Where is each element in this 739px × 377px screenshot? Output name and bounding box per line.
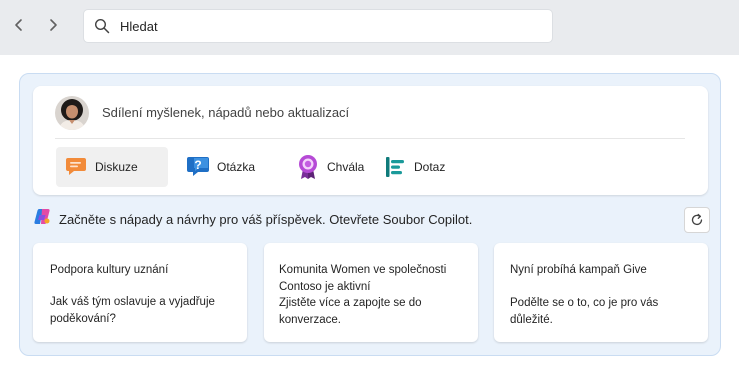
suggestion-card[interactable]: Podpora kultury uznání Jak váš tým oslav… [33,243,247,342]
post-type-label: Diskuze [95,160,138,174]
avatar [55,96,89,130]
suggestion-title: Podpora kultury uznání [50,264,169,276]
suggestion-card[interactable]: Komunita Women ve společnosti Contoso je… [264,243,478,342]
suggestion-title: Komunita Women ve společnosti Contoso je… [279,264,447,293]
post-type-label: Dotaz [414,160,446,174]
post-type-praise[interactable]: Chvála [295,147,364,187]
post-type-question[interactable]: ? Otázka [183,147,255,187]
post-composer: Sdílení myšlenek, nápadů nebo aktualizac… [33,86,708,195]
search-box[interactable] [84,10,552,42]
composer-prompt[interactable]: Sdílení myšlenek, nápadů nebo aktualizac… [102,105,349,120]
chevron-left-icon [15,19,22,31]
divider [55,138,685,139]
chevron-right-icon [50,19,57,31]
post-type-discussion[interactable]: Diskuze [56,147,168,187]
refresh-button[interactable] [684,207,710,233]
post-type-label: Otázka [217,160,256,174]
suggestion-description: Jak váš tým oslavuje a vyjadřuje poděkov… [50,296,215,325]
post-type-poll[interactable]: Dotaz [380,147,445,187]
copilot-prompt-text: Začněte s nápady a návrhy pro váš příspě… [59,211,473,227]
suggestion-description: Zjistěte více a zapojte se do konverzace… [279,297,422,326]
suggestion-card[interactable]: Nyní probíhá kampaň Give Podělte se o to… [494,243,708,342]
forward-button[interactable] [42,14,64,36]
suggestion-title: Nyní probíhá kampaň Give [510,264,647,276]
search-icon [94,17,112,35]
search-input[interactable] [120,18,540,34]
refresh-icon [691,213,703,226]
svg-text:?: ? [194,158,201,172]
suggestion-description: Podělte se o to, co je pro vás důležité. [510,297,659,326]
discussion-icon [63,154,89,180]
question-icon: ? [185,154,211,180]
back-button[interactable] [8,14,30,36]
praise-icon [295,154,321,180]
copilot-suggestion-row[interactable]: Začněte s nápady a návrhy pro váš příspě… [34,208,472,230]
poll-icon [382,154,408,180]
post-type-label: Chvála [327,160,365,174]
copilot-icon [34,208,51,230]
browser-toolbar [0,0,739,55]
